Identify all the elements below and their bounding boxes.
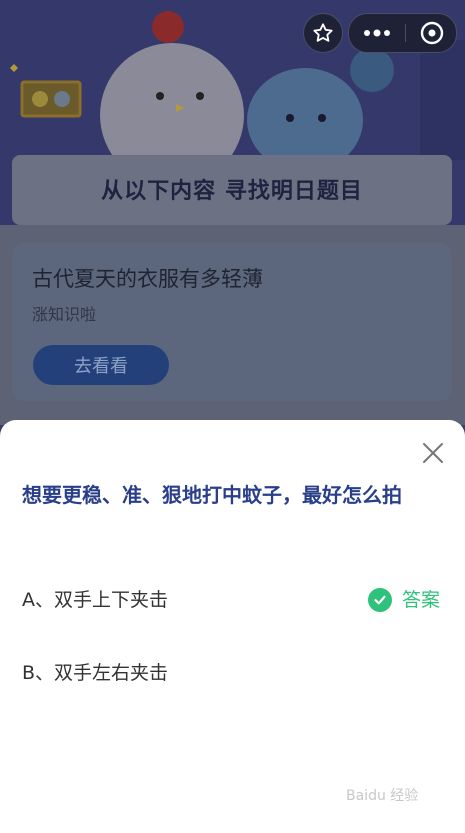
more-icon bbox=[364, 29, 390, 37]
option-b[interactable]: B、双手左右夹击 bbox=[22, 653, 442, 693]
close-circle-icon bbox=[420, 21, 444, 45]
option-a-label: A、双手上下夹击 bbox=[22, 589, 168, 611]
star-icon bbox=[313, 23, 333, 42]
promo-card[interactable]: 古代夏天的衣服有多轻薄 涨知识啦 去看看 bbox=[12, 243, 452, 401]
baidu-watermark: Baidu 经验 bbox=[346, 788, 419, 804]
promo-title: 古代夏天的衣服有多轻薄 bbox=[32, 267, 263, 291]
mini-program-capsule bbox=[348, 13, 457, 53]
go-see-button[interactable]: 去看看 bbox=[33, 345, 169, 385]
check-icon bbox=[367, 588, 392, 612]
exit-button[interactable] bbox=[409, 14, 455, 52]
favorite-button[interactable] bbox=[303, 13, 343, 53]
banner-card: 从以下内容 寻找明日题目 bbox=[12, 155, 452, 225]
banner-title: 从以下内容 寻找明日题目 bbox=[101, 179, 363, 204]
option-a[interactable]: A、双手上下夹击 答案 bbox=[22, 580, 442, 620]
question-sheet: 想要更稳、准、狠地打中蚊子，最好怎么拍 A、双手上下夹击 答案 B、双手左右夹击… bbox=[0, 420, 465, 833]
capsule-divider bbox=[405, 24, 406, 42]
more-button[interactable] bbox=[349, 14, 405, 52]
answer-tag: 答案 bbox=[367, 580, 440, 620]
answer-label: 答案 bbox=[401, 589, 440, 611]
question-text: 想要更稳、准、狠地打中蚊子，最好怎么拍 bbox=[22, 483, 402, 507]
promo-subtitle: 涨知识啦 bbox=[32, 305, 97, 324]
close-icon bbox=[423, 443, 443, 463]
sheet-close-button[interactable] bbox=[418, 438, 448, 468]
option-b-label: B、双手左右夹击 bbox=[22, 662, 169, 684]
